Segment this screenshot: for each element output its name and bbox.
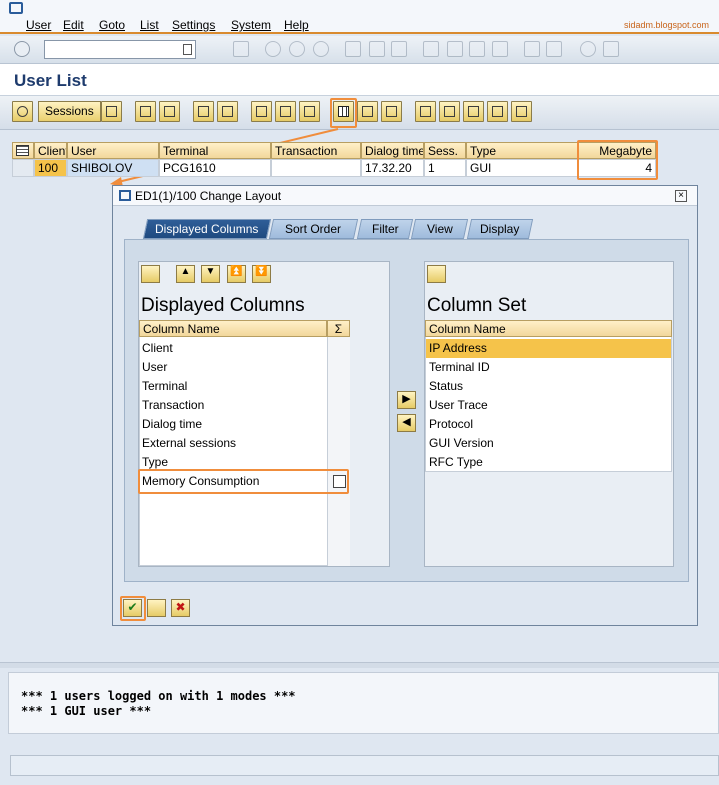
col-header-sessions[interactable]: Sess. <box>424 142 466 159</box>
cell-type[interactable]: GUI <box>466 159 578 177</box>
status-bar <box>10 755 719 776</box>
dialog-title-bar: ED1(1)/100 Change Layout × <box>113 186 697 206</box>
megabyte-highlight <box>577 140 658 180</box>
list-item[interactable]: Protocol <box>426 415 476 434</box>
status-line: *** 1 GUI user *** <box>21 704 152 718</box>
confirm-highlight <box>120 596 146 621</box>
col-header-transaction[interactable]: Transaction <box>271 142 361 159</box>
list-item[interactable]: Dialog time <box>139 415 205 434</box>
tab-filter[interactable]: Filter <box>356 219 414 239</box>
list-item[interactable]: Client <box>139 339 176 358</box>
list-item[interactable]: External sessions <box>139 434 239 453</box>
list-item[interactable]: RFC Type <box>426 453 486 472</box>
displayed-columns-heading: Displayed Columns <box>141 295 305 316</box>
list-item-selected[interactable]: IP Address <box>426 339 671 358</box>
displayed-columns-pane: ▲ ▼ ⏫ ⏬ Displayed Columns Column Name Σ … <box>138 261 390 567</box>
list-item[interactable]: Terminal ID <box>426 358 493 377</box>
save-layout-dialog-icon[interactable] <box>147 599 166 617</box>
move-bottom-icon[interactable]: ⏬ <box>252 265 271 283</box>
sum-icon[interactable]: Σ <box>327 320 350 337</box>
col-header-user[interactable]: User <box>67 142 159 159</box>
memory-consumption-highlight <box>138 469 349 494</box>
cell-sessions[interactable]: 1 <box>424 159 466 177</box>
status-area: *** 1 users logged on with 1 modes *** *… <box>8 672 719 734</box>
list-item[interactable]: Terminal <box>139 377 190 396</box>
dialog-menu-icon[interactable] <box>119 190 131 201</box>
tab-display[interactable]: Display <box>466 219 534 239</box>
move-left-icon[interactable]: ◀ <box>397 414 416 432</box>
col-header-dialog-time[interactable]: Dialog time <box>361 142 424 159</box>
dialog-close-icon[interactable]: × <box>675 190 687 202</box>
cell-user[interactable]: SHIBOLOV <box>67 159 159 177</box>
column-set-pane: Column Set Column Name IP Address Termin… <box>424 261 674 567</box>
tab-panel: ▲ ▼ ⏫ ⏬ Displayed Columns Column Name Σ … <box>124 239 689 582</box>
list-item[interactable]: Status <box>426 377 466 396</box>
list-item[interactable]: User Trace <box>426 396 491 415</box>
list-item[interactable]: User <box>139 358 170 377</box>
tab-view[interactable]: View <box>410 219 469 239</box>
change-layout-dialog: ED1(1)/100 Change Layout × Displayed Col… <box>112 185 698 626</box>
cell-dialog-time[interactable]: 17.32.20 <box>361 159 424 177</box>
list-item[interactable]: GUI Version <box>426 434 497 453</box>
move-down-icon[interactable]: ▼ <box>201 265 220 283</box>
move-right-icon[interactable]: ▶ <box>397 391 416 409</box>
cancel-dialog-icon[interactable]: ✖ <box>171 599 190 617</box>
col-header-client[interactable]: Client <box>34 142 67 159</box>
row-selector[interactable] <box>12 159 34 177</box>
tab-sort-order[interactable]: Sort Order <box>268 219 359 239</box>
move-top-icon[interactable]: ⏫ <box>227 265 246 283</box>
tab-displayed-columns[interactable]: Displayed Columns <box>142 219 272 239</box>
find-column-icon[interactable] <box>141 265 160 283</box>
user-list-table: Client User Terminal Transaction Dialog … <box>12 142 658 179</box>
splitter[interactable] <box>0 662 719 668</box>
cell-client[interactable]: 100 <box>34 159 67 177</box>
list-item[interactable]: Transaction <box>139 396 207 415</box>
cell-terminal[interactable]: PCG1610 <box>159 159 271 177</box>
status-line: *** 1 users logged on with 1 modes *** <box>21 689 296 703</box>
col-header-terminal[interactable]: Terminal <box>159 142 271 159</box>
displayed-column-header: Column Name <box>139 320 327 337</box>
table-settings-icon[interactable] <box>12 142 34 159</box>
column-set-heading: Column Set <box>427 295 527 316</box>
find-column-set-icon[interactable] <box>427 265 446 283</box>
cell-transaction[interactable] <box>271 159 361 177</box>
move-up-icon[interactable]: ▲ <box>176 265 195 283</box>
column-set-header: Column Name <box>425 320 672 337</box>
dialog-title: ED1(1)/100 Change Layout <box>135 189 282 203</box>
col-header-type[interactable]: Type <box>466 142 578 159</box>
